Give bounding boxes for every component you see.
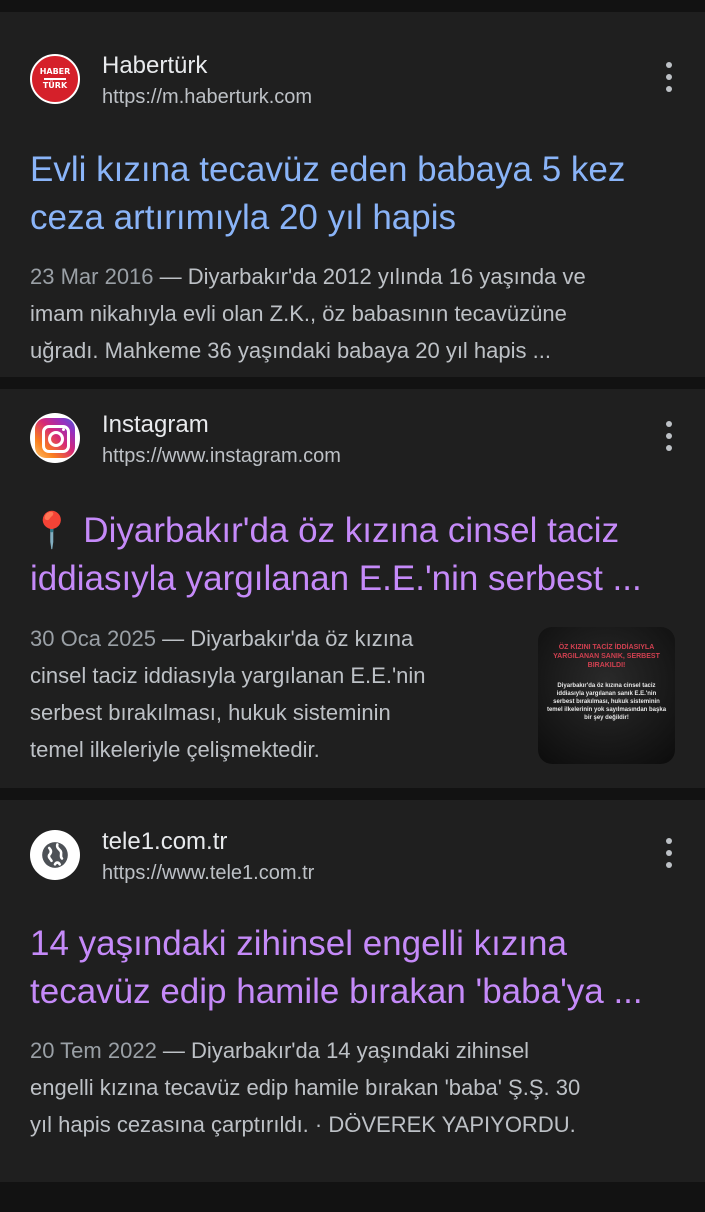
snippet-line: imam nikahıyla evli olan Z.K., öz babası… [30, 301, 567, 326]
haberturk-logo: HABER TÜRK [30, 54, 80, 104]
source-name: Habertürk [102, 52, 208, 79]
globe-icon [30, 830, 80, 880]
result-title[interactable]: 14 yaşındaki zihinsel engelli kızına tec… [30, 920, 675, 1016]
snippet-line: — Diyarbakır'da öz kızına [155, 626, 414, 651]
title-line: tecavüz edip hamile bırakan 'baba'ya ... [30, 972, 643, 1011]
source-url: https://www.instagram.com [102, 445, 341, 467]
snippet-line: — Diyarbakır'da 14 yaşındaki zihinsel [156, 1038, 530, 1063]
result-date: 20 Tem 2022 [30, 1038, 157, 1063]
result-title[interactable]: Evli kızına tecavüz eden babaya 5 kez ce… [30, 146, 675, 242]
more-vert-icon[interactable] [663, 838, 675, 868]
source-name: Instagram [102, 411, 209, 438]
thumbnail-heading: ÖZ KIZINI TACİZ İDDİASIYLA YARGILANAN SA… [553, 644, 660, 669]
title-line: iddiasıyla yargılanan E.E.'nin serbest .… [30, 559, 642, 598]
thumbnail-body: Diyarbakır'da öz kızına cinsel taciz idd… [546, 683, 667, 721]
result-source[interactable]: Instagram https://www.instagram.com [30, 409, 675, 469]
result-snippet: 30 Oca 2025 — Diyarbakır'da öz kızına ci… [30, 620, 515, 768]
snippet-line: uğradı. Mahkeme 36 yaşındaki babaya 20 y… [30, 338, 551, 363]
result-snippet: 23 Mar 2016 — Diyarbakır'da 2012 yılında… [30, 258, 675, 369]
snippet-line: — Diyarbakır'da 2012 yılında 16 yaşında … [153, 264, 586, 289]
result-date: 23 Mar 2016 [30, 264, 154, 289]
result-snippet: 20 Tem 2022 — Diyarbakır'da 14 yaşındaki… [30, 1032, 675, 1143]
source-url: https://www.tele1.com.tr [102, 862, 315, 884]
title-line: 📍 Diyarbakır'da öz kızına cinsel taciz [30, 511, 620, 550]
result-card-instagram: Instagram https://www.instagram.com 📍 Di… [0, 389, 705, 788]
result-title[interactable]: 📍 Diyarbakır'da öz kızına cinsel taciz i… [30, 507, 675, 603]
result-source[interactable]: HABER TÜRK Habertürk https://m.haberturk… [30, 50, 675, 110]
result-thumbnail[interactable]: ÖZ KIZINI TACİZ İDDİASIYLA YARGILANAN SA… [538, 627, 675, 764]
snippet-line: yıl hapis cezasına çarptırıldı. · DÖVERE… [30, 1112, 576, 1137]
title-line: ceza artırımıyla 20 yıl hapis [30, 198, 456, 237]
title-line: 14 yaşındaki zihinsel engelli kızına [30, 924, 567, 963]
snippet-line: serbest bırakılması, hukuk sisteminin [30, 700, 391, 725]
source-name: tele1.com.tr [102, 828, 228, 855]
result-source[interactable]: tele1.com.tr https://www.tele1.com.tr [30, 826, 675, 886]
snippet-line: cinsel taciz iddiasıyla yargılanan E.E.'… [30, 663, 426, 688]
search-results: HABER TÜRK Habertürk https://m.haberturk… [0, 12, 705, 1182]
result-card-tele1: tele1.com.tr https://www.tele1.com.tr 14… [0, 800, 705, 1182]
more-vert-icon[interactable] [663, 421, 675, 451]
snippet-line: temel ilkeleriyle çelişmektedir. [30, 737, 320, 762]
logo-text-bottom: TÜRK [42, 81, 68, 90]
instagram-logo [30, 413, 80, 463]
source-url: https://m.haberturk.com [102, 86, 313, 108]
more-vert-icon[interactable] [663, 62, 675, 92]
result-card-haberturk: HABER TÜRK Habertürk https://m.haberturk… [0, 12, 705, 377]
title-line: Evli kızına tecavüz eden babaya 5 kez [30, 150, 626, 189]
result-date: 30 Oca 2025 [30, 626, 156, 651]
logo-text-top: HABER [39, 67, 71, 76]
snippet-line: engelli kızına tecavüz edip hamile bırak… [30, 1075, 581, 1100]
